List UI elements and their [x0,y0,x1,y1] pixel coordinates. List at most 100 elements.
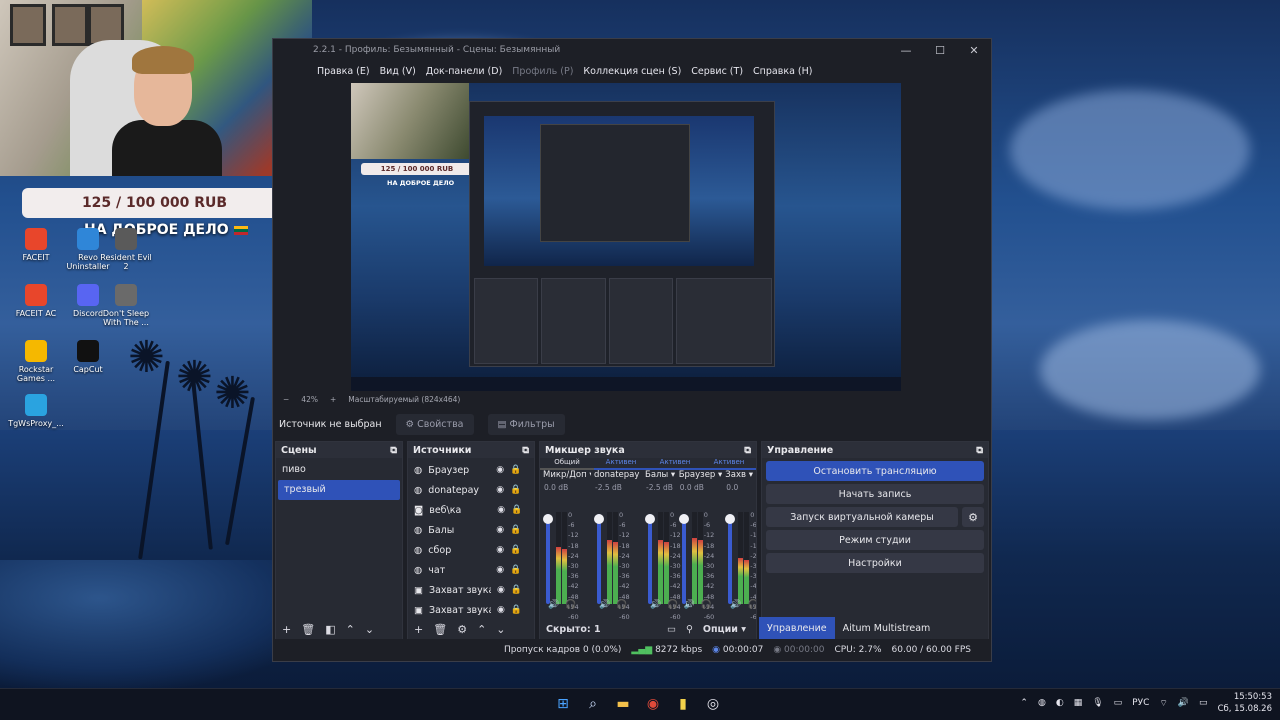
scene-item[interactable]: трезвый [278,480,400,500]
volume-fader[interactable] [678,514,689,604]
zoom-in-button[interactable]: + [330,395,336,404]
virtual-camera-settings-icon[interactable]: ⚙ [962,507,984,527]
move-up-button[interactable]: ⌃ [346,623,355,636]
menu-item[interactable]: Справка (H) [753,66,812,77]
tray-app-icon[interactable]: ◍ [1038,698,1046,708]
menu-item[interactable]: Коллекция сцен (S) [583,66,681,77]
desktop-shortcut[interactable]: TgWsProxy_... [8,394,64,428]
scale-mode[interactable]: Масштабируемый (824x464) [348,395,460,404]
speaker-icon[interactable]: 🔊 [684,600,695,610]
lock-icon[interactable]: 🔒 [510,485,521,495]
visibility-eye-icon[interactable]: ◉ [497,605,505,615]
notification-icon[interactable]: ▭ [1114,698,1123,708]
settings-button[interactable]: Настройки [766,553,984,573]
channel-name[interactable]: Микр/Доп ▾ [540,470,591,480]
mixer-options-button[interactable]: Опции ▾ [703,624,746,635]
battery-icon[interactable]: ▭ [1199,698,1208,708]
channel-name[interactable]: Браузер ▾ [676,470,723,480]
speaker-icon[interactable]: 🔊 [730,600,741,610]
lock-icon[interactable]: 🔒 [511,605,522,615]
undock-icon[interactable]: ⧉ [744,445,751,456]
speaker-icon[interactable]: 🔊 [599,600,610,610]
mixer-tab[interactable]: Активен [648,458,702,470]
lock-icon[interactable]: 🔒 [511,505,522,515]
search-icon[interactable]: ⌕ [582,693,604,715]
channel-name[interactable]: Балы ▾ [642,470,676,480]
source-item[interactable]: ◍ Браузер ◉ 🔒 [408,460,534,480]
visibility-eye-icon[interactable]: ◉ [497,505,505,515]
fader-knob[interactable] [543,514,553,524]
volume-fader[interactable] [725,514,736,604]
window-titlebar[interactable]: 2.2.1 - Профиль: Безымянный - Сцены: Без… [273,39,991,61]
visibility-eye-icon[interactable]: ◉ [496,485,504,495]
visibility-eye-icon[interactable]: ◉ [496,525,504,535]
desktop-shortcut[interactable]: Don't Sleep With The ... [98,284,154,327]
undock-icon[interactable]: ⧉ [976,445,983,456]
visibility-eye-icon[interactable]: ◉ [497,585,505,595]
channel-name[interactable]: Захв ▾ [722,470,756,480]
lock-icon[interactable]: 🔒 [510,525,521,535]
studio-mode-button[interactable]: Режим студии [766,530,984,550]
visibility-eye-icon[interactable]: ◉ [496,545,504,555]
zoom-out-button[interactable]: − [283,395,289,404]
headphones-icon[interactable]: 🎧 [565,600,576,610]
speaker-icon[interactable]: 🔊 [548,600,559,610]
taskbar-app-icon[interactable]: ▮ [672,693,694,715]
lock-icon[interactable]: 🔒 [510,565,521,575]
scene-filters-button[interactable]: ◧ [325,623,335,636]
scene-item[interactable]: пиво [276,460,402,480]
add-scene-button[interactable]: + [282,623,291,636]
source-item[interactable]: ▣ Захват звука п ◉ 🔒 [408,600,534,620]
steam-icon[interactable]: ◐ [1056,698,1064,708]
headphones-icon[interactable]: 🎧 [748,600,756,610]
tray-app-icon[interactable]: ▦ [1074,698,1083,708]
move-down-button[interactable]: ⌄ [496,623,505,636]
fader-knob[interactable] [594,514,604,524]
undock-icon[interactable]: ⧉ [390,445,397,456]
undock-icon[interactable]: ⧉ [522,445,529,456]
source-item[interactable]: ◍ Балы ◉ 🔒 [408,520,534,540]
microphone-icon[interactable]: 🎙 [1092,698,1103,708]
lock-icon[interactable]: 🔒 [511,585,522,595]
lock-icon[interactable]: 🔒 [510,465,521,475]
move-down-button[interactable]: ⌄ [365,623,374,636]
source-item[interactable]: ◍ чат ◉ 🔒 [408,560,534,580]
chrome-icon[interactable]: ◉ [642,693,664,715]
menu-item[interactable]: Вид (V) [380,66,416,77]
lock-icon[interactable]: 🔒 [510,545,521,555]
close-icon[interactable]: ✕ [957,39,991,61]
wifi-icon[interactable]: ⌔ [1159,698,1167,709]
visibility-eye-icon[interactable]: ◉ [496,565,504,575]
channel-name[interactable]: donatepay ▾ [591,470,642,480]
headphones-icon[interactable]: 🎧 [616,600,627,610]
volume-fader[interactable] [645,514,655,604]
headphones-icon[interactable]: 🎧 [701,600,712,610]
volume-fader[interactable] [594,514,604,604]
desktop-shortcut[interactable]: FACEIT [8,228,64,262]
mixer-layout-icon[interactable]: ▭ [667,624,676,635]
source-item[interactable]: ◍ donatepay ◉ 🔒 [408,480,534,500]
move-up-button[interactable]: ⌃ [477,623,486,636]
maximize-icon[interactable]: ☐ [923,39,957,61]
menu-item[interactable]: Док-панели (D) [426,66,502,77]
add-source-button[interactable]: + [414,623,423,636]
source-item[interactable]: ◍ сбор ◉ 🔒 [408,540,534,560]
virtual-camera-button[interactable]: Запуск виртуальной камеры [766,507,958,527]
language-indicator[interactable]: РУС [1132,698,1149,708]
start-record-button[interactable]: Начать запись [766,484,984,504]
visibility-eye-icon[interactable]: ◉ [496,465,504,475]
menu-item[interactable]: Сервис (T) [691,66,743,77]
speaker-icon[interactable]: 🔊 [650,600,661,610]
file-explorer-icon[interactable]: ▬ [612,693,634,715]
desktop-shortcut[interactable]: FACEIT AC [8,284,64,318]
windows-start-icon[interactable]: ⊞ [552,693,574,715]
tab-controls[interactable]: Управление [759,617,835,639]
remove-scene-button[interactable]: 🗑 [301,623,315,636]
properties-button[interactable]: ⚙ Свойства [395,413,474,435]
fader-knob[interactable] [645,514,655,524]
fader-knob[interactable] [725,514,736,524]
tab-aitum-multistream[interactable]: Aitum Multistream [835,617,939,639]
stop-stream-button[interactable]: Остановить трансляцию [766,461,984,481]
chevron-up-icon[interactable]: ⌃ [1020,698,1028,708]
source-item[interactable]: ▣ Захват звука п ◉ 🔒 [408,580,534,600]
